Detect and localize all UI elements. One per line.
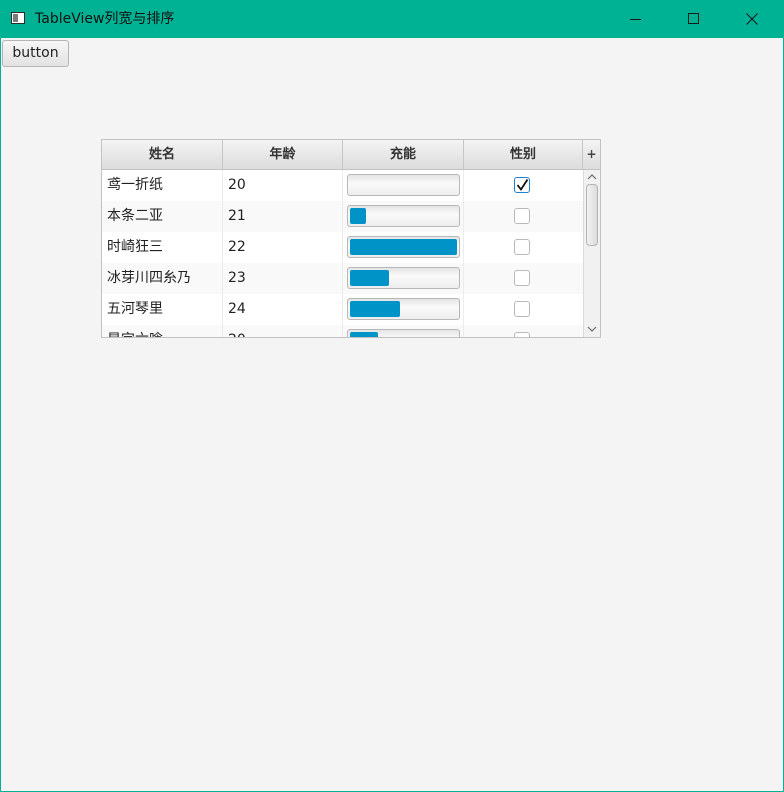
scroll-down-icon[interactable] [587,326,597,333]
cell-charge [343,263,464,294]
cell-name[interactable]: 鸢一折纸 [102,170,223,201]
cell-age[interactable]: 24 [223,294,343,325]
charge-progress-bar [347,174,460,196]
charge-progress-fill [350,270,389,286]
cell-age[interactable]: 20 [223,325,343,337]
table-row[interactable]: 星宫六喰20 [102,325,583,337]
minimize-icon [630,19,641,20]
table-header: 姓名 年龄 充能 性别 + [102,140,600,170]
close-icon [746,13,758,25]
cell-charge [343,325,464,337]
column-menu-button[interactable]: + [583,140,600,169]
cell-gender [464,325,583,337]
table-row[interactable]: 五河琴里 24 [102,294,583,325]
cell-gender [464,294,583,325]
gender-checkbox[interactable] [514,332,530,337]
charge-progress-bar [347,205,460,227]
cell-name[interactable]: 时崎狂三 [102,232,223,263]
minimize-button[interactable] [607,1,665,38]
table-row[interactable]: 时崎狂三 22 [102,232,583,263]
cell-age[interactable]: 22 [223,232,343,263]
scrollbar-thumb[interactable] [586,184,598,246]
cell-charge [343,294,464,325]
cell-gender [464,232,583,263]
cell-age[interactable]: 23 [223,263,343,294]
gender-checkbox[interactable] [514,270,530,286]
charge-progress-bar [347,236,460,258]
column-header-charge[interactable]: 充能 [343,140,464,169]
column-header-name[interactable]: 姓名 [102,140,223,169]
cell-name[interactable]: 本条二亚 [102,201,223,232]
push-button[interactable]: button [2,40,69,67]
cell-age[interactable]: 21 [223,201,343,232]
cell-gender [464,170,583,201]
scroll-up-icon[interactable] [587,173,597,180]
charge-progress-bar [347,298,460,320]
window-title: TableView列宽与排序 [35,11,175,27]
charge-progress-fill [350,239,457,255]
cell-name[interactable]: 冰芽川四糸乃 [102,263,223,294]
gender-checkbox[interactable] [514,301,530,317]
maximize-button[interactable] [665,1,723,38]
table-row[interactable]: 鸢一折纸 20 [102,170,583,201]
charge-progress-fill [350,332,378,337]
gender-checkbox[interactable] [514,177,530,193]
charge-progress-fill [350,208,366,224]
checkmark-icon [516,179,529,192]
charge-progress-bar [347,329,460,337]
cell-age[interactable]: 20 [223,170,343,201]
maximize-icon [688,13,699,24]
title-bar[interactable]: TableView列宽与排序 [1,1,783,38]
close-button[interactable] [723,1,781,38]
cell-name[interactable]: 星宫六喰 [102,325,223,337]
cell-name[interactable]: 五河琴里 [102,294,223,325]
table-view: 姓名 年龄 充能 性别 + 鸢一折纸 20 本条二亚 21 时崎狂三 22 冰芽川四糸乃 23… [101,139,601,338]
cell-charge [343,232,464,263]
charge-progress-bar [347,267,460,289]
table-row[interactable]: 冰芽川四糸乃 23 [102,263,583,294]
gender-checkbox[interactable] [514,239,530,255]
column-header-gender[interactable]: 性别 [464,140,583,169]
cell-gender [464,201,583,232]
cell-charge [343,170,464,201]
table-body: 鸢一折纸20本条二亚21时崎狂三22冰芽川四糸乃23五河琴里24星宫六喰20 [102,170,583,337]
table-row[interactable]: 本条二亚 21 [102,201,583,232]
vertical-scrollbar[interactable] [583,170,600,337]
cell-charge [343,201,464,232]
gender-checkbox[interactable] [514,208,530,224]
cell-gender [464,263,583,294]
column-header-age[interactable]: 年龄 [223,140,343,169]
app-window: TableView列宽与排序 button 姓名 年龄 充能 性别 + 鸢一折纸… [0,0,784,792]
app-icon [11,12,25,24]
charge-progress-fill [350,301,400,317]
